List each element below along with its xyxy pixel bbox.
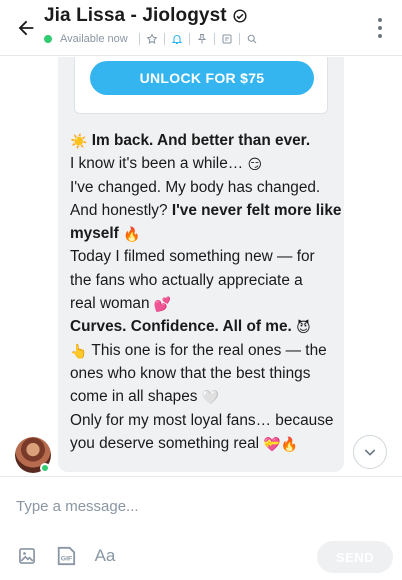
chat-header: Jia Lissa - Jiologyst Available now <box>0 0 402 56</box>
availability-status: Available now <box>60 33 128 45</box>
text-format-button[interactable]: Aa <box>92 545 118 567</box>
message-bubble: UNLOCK FOR $75 ☀️ Im back. And better th… <box>58 57 344 472</box>
message-line: ones who know that the best things <box>70 364 311 382</box>
search-icon[interactable] <box>245 32 259 46</box>
message-line: Today I filmed something new — for <box>70 248 315 266</box>
unlock-button[interactable]: UNLOCK FOR $75 <box>90 61 314 95</box>
hearts-emoji-icon: 💕 <box>153 296 172 313</box>
message-composer: GIF Aa SEND <box>0 476 402 580</box>
locked-media-card: UNLOCK FOR $75 <box>74 57 328 114</box>
message-line: Only for my most loyal fans… because <box>70 411 334 429</box>
title-row[interactable]: Jia Lissa - Jiologyst <box>44 5 247 27</box>
divider <box>238 33 240 45</box>
send-button[interactable]: SEND <box>317 541 393 573</box>
message-line: 👆 This one is for the real ones — the <box>70 341 327 359</box>
online-indicator <box>44 35 52 43</box>
divider <box>188 33 190 45</box>
message-input[interactable] <box>16 495 386 517</box>
message-line: myself 🔥 <box>70 225 141 243</box>
message-text: ☀️ Im back. And better than ever. I know… <box>70 129 342 455</box>
media-gallery-icon[interactable] <box>220 32 234 46</box>
status-row: Available now <box>44 32 259 46</box>
bell-icon[interactable] <box>170 32 184 46</box>
message-line: you deserve something real 💝🔥 <box>70 434 299 452</box>
scroll-to-bottom-button[interactable] <box>353 435 387 469</box>
message-list[interactable]: UNLOCK FOR $75 ☀️ Im back. And better th… <box>0 57 402 475</box>
gift-heart-fire-emoji-icon: 💝🔥 <box>263 435 299 452</box>
message-line: the fans who actually appreciate a <box>70 271 303 289</box>
divider <box>138 33 140 45</box>
fire-emoji-icon: 🔥 <box>123 226 141 243</box>
back-arrow-icon[interactable] <box>12 14 40 42</box>
avatar-online-indicator <box>40 463 50 473</box>
message-line: I've changed. My body has changed. <box>70 178 321 196</box>
sun-emoji-icon: ☀️ <box>70 133 88 149</box>
chat-title[interactable]: Jia Lissa - Jiologyst <box>44 5 227 27</box>
devil-emoji-icon: 😈 <box>296 319 311 336</box>
chevron-down-icon <box>364 449 376 456</box>
star-icon[interactable] <box>145 32 159 46</box>
more-options-icon[interactable] <box>372 16 388 40</box>
message-line: ☀️ Im back. And better than ever. <box>70 132 311 149</box>
message-line: real woman 💕 <box>70 295 172 313</box>
point-up-emoji-icon: 👆 <box>70 342 88 359</box>
divider <box>163 33 165 45</box>
white-heart-emoji-icon: 🤍 <box>201 389 220 406</box>
gif-icon[interactable]: GIF <box>55 545 77 567</box>
verified-icon <box>233 9 247 23</box>
message-line: And honestly? I've never felt more like <box>70 201 342 219</box>
pin-icon[interactable] <box>195 32 209 46</box>
divider <box>213 33 215 45</box>
message-line: Curves. Confidence. All of me. 😈 <box>70 318 311 336</box>
smirk-emoji-icon: 😏 <box>247 156 263 173</box>
image-icon[interactable] <box>16 545 38 567</box>
svg-text:GIF: GIF <box>61 556 72 563</box>
message-line: come in all shapes 🤍 <box>70 388 220 406</box>
message-line: I know it's been a while… 😏 <box>70 155 263 173</box>
